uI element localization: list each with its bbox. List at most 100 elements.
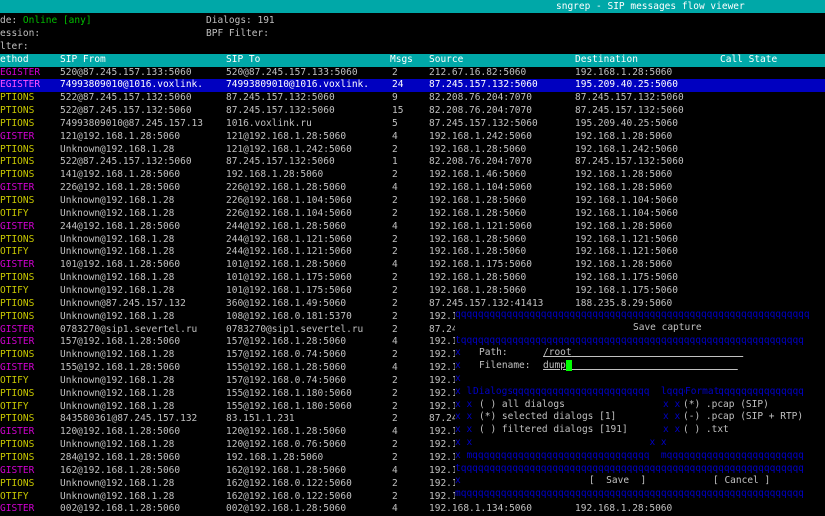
table-row[interactable]: PTIONS Unknown@192.168.1.28 121@192.168.1.… — [0, 144, 825, 157]
row-msgs: 2 — [392, 387, 398, 399]
table-row[interactable]: PTIONS 74993809010@87.245.157.13 1016.voxl… — [0, 118, 825, 131]
row-sip-to: 87.245.157.132:5060 — [226, 105, 335, 117]
radio-selected-dialogs[interactable]: (*) selected dialogs [1] — [479, 411, 616, 424]
col-destination[interactable]: Destination — [575, 54, 638, 67]
row-sip-to: 101@192.168.1.175:5060 — [226, 284, 352, 296]
table-row[interactable]: PTIONS Unknown@192.168.1.28 244@192.168.1.… — [0, 234, 825, 247]
row-sip-to: 155@192.168.1.180:5060 — [226, 400, 352, 412]
row-sip-to: 192.168.1.28:5060 — [226, 169, 324, 181]
row-msgs: 4 — [392, 464, 398, 476]
row-sip-from: Unknown@192.168.1.28 — [60, 195, 175, 206]
bpf-filter-label: BPF Filter: — [206, 28, 269, 39]
row-sip-from: 155@192.168.1.28:5060 — [60, 362, 181, 374]
row-destination: 192.168.1.104:5060 — [575, 195, 678, 206]
cancel-button[interactable]: [ Cancel ] — [713, 475, 770, 488]
row-sip-from: 522@87.245.157.132:5060 — [60, 92, 192, 104]
table-row[interactable]: OTIFY Unknown@192.168.1.28 101@192.168.1.1… — [0, 285, 825, 298]
radio-fmt-pcap[interactable]: (*) .pcap (SIP) — [683, 399, 769, 412]
table-row[interactable]: PTIONS 522@87.245.157.132:5060 87.245.157.… — [0, 92, 825, 105]
col-sip-to[interactable]: SIP To — [226, 54, 260, 67]
row-source: 192.1 — [429, 426, 458, 438]
row-method: OTIFY — [0, 207, 29, 219]
row-source: 192.168.1.28:5060 — [429, 246, 527, 258]
row-source: 192.1 — [429, 362, 458, 374]
table-row[interactable]: PTIONS 141@192.168.1.28:5060 192.168.1.28:… — [0, 169, 825, 182]
dialogs-group-title: Dialogs — [473, 385, 514, 399]
row-msgs: 1 — [392, 156, 398, 168]
radio-filtered-dialogs[interactable]: ( ) filtered dialogs [191] — [479, 424, 628, 437]
row-sip-from: 120@192.168.1.28:5060 — [60, 426, 181, 438]
row-msgs: 2 — [392, 413, 398, 425]
row-sip-to: 226@192.168.1.104:5060 — [226, 195, 352, 206]
border-left: x — [455, 373, 461, 384]
row-source: 192.168.1.242:5060 — [429, 130, 532, 142]
save-button[interactable]: [ Save ] — [589, 475, 646, 488]
path-label: Path: — [479, 347, 508, 359]
row-sip-to: 244@192.168.1.121:5060 — [226, 233, 352, 245]
row-source: 192.168.1.175:5060 — [429, 259, 532, 271]
row-method: EGISTER — [0, 66, 41, 78]
dialog-border-bottom: mqqqqqqqqqqqqqqqqqqqqqqqqqqqqqqqqqqqqqqq… — [455, 488, 804, 500]
row-msgs: 2 — [392, 66, 398, 78]
col-method[interactable]: ethod — [0, 54, 29, 67]
session-label: ession: — [0, 28, 41, 39]
table-row[interactable]: PTIONS 522@87.245.157.132:5060 87.245.157.… — [0, 105, 825, 118]
row-sip-from: Unknown@192.168.1.28 — [60, 272, 175, 284]
col-sip-from[interactable]: SIP From — [60, 54, 106, 67]
filename-input[interactable]: dump — [543, 360, 738, 373]
row-destination: 192.168.1.121:5060 — [575, 233, 678, 245]
radio-fmt-pcap-rtp[interactable]: (-) .pcap (SIP + RTP) — [683, 411, 803, 424]
table-row[interactable]: EGISTER 520@87.245.157.133:5060 520@87.245… — [0, 67, 825, 80]
row-msgs: 5 — [392, 117, 398, 129]
table-row[interactable]: PTIONS Unknown@192.168.1.28 226@192.168.1.… — [0, 195, 825, 208]
row-source: 192.168.1.28:5060 — [429, 207, 527, 219]
border-left: x x — [455, 411, 473, 423]
radio-fmt-txt[interactable]: ( ) .txt — [683, 424, 729, 437]
col-source[interactable]: Source — [429, 54, 463, 67]
col-call-state[interactable]: Call State — [720, 54, 777, 67]
row-source: 87.245.157.132:5060 — [429, 79, 538, 91]
path-input[interactable]: /root — [543, 347, 743, 360]
table-row[interactable]: GISTER 244@192.168.1.28:5060 244@192.168.1… — [0, 221, 825, 234]
table-row[interactable]: EGISTER 74993809010@1016.voxlink. 74993809… — [0, 79, 825, 93]
row-sip-to: 120@192.168.1.28:5060 — [226, 426, 347, 438]
col-msgs[interactable]: Msgs — [390, 54, 413, 67]
row-method: PTIONS — [0, 143, 35, 155]
mode-info: de: Online [any] — [0, 14, 92, 27]
border-mid: x x — [663, 424, 681, 436]
row-method: PTIONS — [0, 272, 35, 284]
row-method: PTIONS — [0, 297, 35, 309]
row-destination: 195.209.40.25:5060 — [575, 117, 678, 129]
table-row[interactable]: PTIONS 522@87.245.157.132:5060 87.245.157.… — [0, 156, 825, 169]
row-destination: 192.168.1.28:5060 — [575, 130, 673, 142]
table-row[interactable]: GISTER 226@192.168.1.28:5060 226@192.168.1… — [0, 182, 825, 195]
table-row[interactable]: GISTER 101@192.168.1.28:5060 101@192.168.1… — [0, 259, 825, 272]
row-method: PTIONS — [0, 233, 35, 245]
radio-all-dialogs[interactable]: ( ) all dialogs — [479, 399, 565, 412]
row-sip-from: Unknown@192.168.1.28 — [60, 387, 175, 399]
table-row[interactable]: OTIFY Unknown@192.168.1.28 244@192.168.1.1… — [0, 246, 825, 259]
row-msgs: 2 — [392, 349, 398, 361]
table-row[interactable]: OTIFY Unknown@192.168.1.28 226@192.168.1.1… — [0, 208, 825, 221]
mode-value: Online [any] — [22, 15, 92, 26]
table-row[interactable]: GISTER 121@192.168.1.28:5060 121@192.168.1… — [0, 131, 825, 144]
border-mid: x x — [663, 411, 681, 423]
group-border-bottom: x mqqqqqqqqqqqqqqqqqqqqqqqqqqqqqqq mqqqq… — [455, 449, 804, 461]
title-bar: sngrep - SIP messages flow viewer — [0, 0, 825, 13]
row-destination: 192.168.1.242:5060 — [575, 143, 678, 155]
table-row[interactable]: PTIONS Unknown@192.168.1.28 101@192.168.1.… — [0, 272, 825, 285]
row-source: 192.1 — [429, 310, 458, 322]
row-sip-from: 284@192.168.1.28:5060 — [60, 452, 181, 463]
row-source: 192.1 — [429, 374, 458, 386]
row-msgs: 4 — [392, 130, 398, 142]
row-method: PTIONS — [0, 439, 35, 451]
row-msgs: 2 — [392, 297, 398, 309]
row-method: GISTER — [0, 362, 35, 374]
row-source: 192.168.1.28:5060 — [429, 143, 527, 155]
column-header: ethod SIP From SIP To Msgs Source Destin… — [0, 54, 825, 67]
row-method: OTIFY — [0, 284, 29, 296]
row-sip-from: Unknown@192.168.1.28 — [60, 374, 175, 386]
row-source: 87.245.157.132:5060 — [429, 117, 538, 129]
row-method: GISTER — [0, 336, 35, 348]
row-method: PTIONS — [0, 413, 35, 425]
